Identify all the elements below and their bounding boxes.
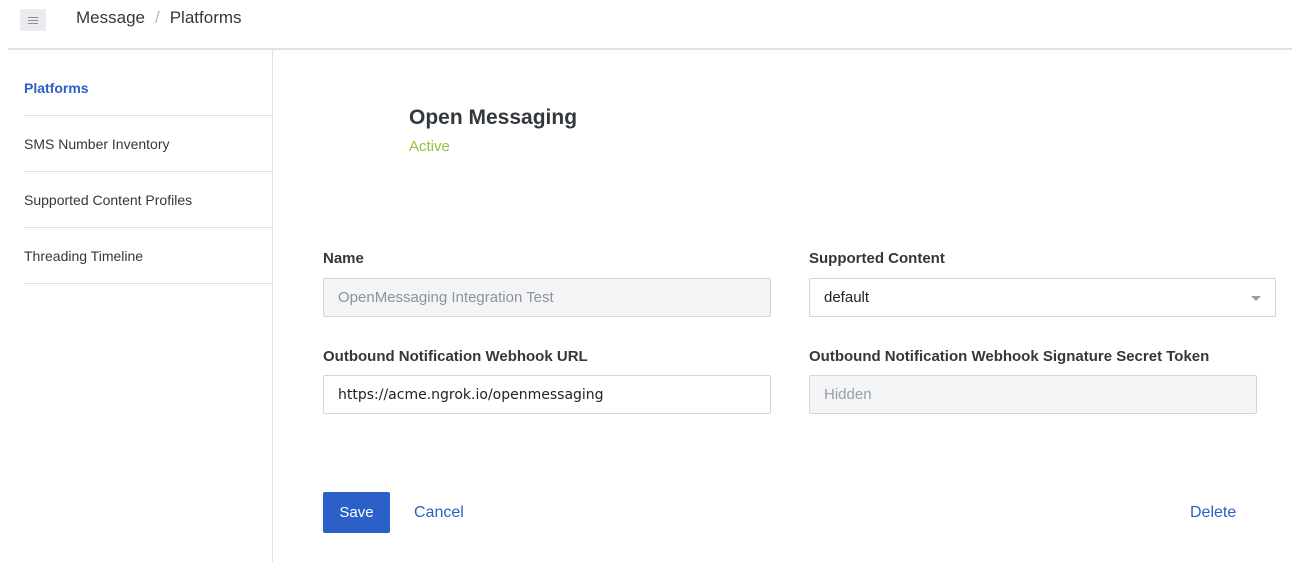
- sidebar-item-supported-content-profiles[interactable]: Supported Content Profiles: [24, 172, 273, 228]
- top-bar: Message / Platforms: [0, 0, 1292, 48]
- secret-token-value: Hidden: [824, 386, 872, 403]
- sidebar-item-threading-timeline[interactable]: Threading Timeline: [24, 228, 273, 284]
- breadcrumb-separator: /: [154, 8, 160, 27]
- name-field[interactable]: OpenMessaging Integration Test: [323, 278, 771, 317]
- chevron-down-icon: [1251, 296, 1261, 301]
- sidebar-item-sms-number-inventory[interactable]: SMS Number Inventory: [24, 116, 273, 172]
- sidebar-item-label: SMS Number Inventory: [24, 135, 170, 152]
- supported-content-value: default: [824, 289, 870, 306]
- platform-title: Open Messaging: [409, 106, 578, 129]
- supported-content-select[interactable]: default: [809, 278, 1276, 317]
- secret-token-field[interactable]: Hidden: [809, 375, 1257, 414]
- save-button[interactable]: Save: [323, 492, 390, 533]
- main-content: Open Messaging Active Name OpenMessaging…: [274, 50, 1292, 562]
- hamburger-icon: [28, 16, 38, 24]
- breadcrumb-current: Platforms: [169, 8, 242, 27]
- breadcrumb: Message / Platforms: [76, 8, 242, 28]
- cancel-button[interactable]: Cancel: [414, 492, 464, 533]
- supported-content-label: Supported Content: [809, 250, 945, 267]
- webhook-url-label: Outbound Notification Webhook URL: [323, 348, 588, 365]
- sidebar-item-label: Threading Timeline: [24, 247, 144, 264]
- name-value: OpenMessaging Integration Test: [338, 289, 554, 306]
- sidebar-item-platforms[interactable]: Platforms: [24, 60, 273, 116]
- delete-button[interactable]: Delete: [1190, 492, 1236, 533]
- breadcrumb-root[interactable]: Message: [76, 8, 145, 28]
- webhook-url-value: https://acme.ngrok.io/openmessaging: [338, 386, 604, 403]
- secret-token-label: Outbound Notification Webhook Signature …: [809, 348, 1210, 365]
- menu-toggle-button[interactable]: [20, 9, 46, 31]
- sidebar-nav: Platforms SMS Number Inventory Supported…: [24, 60, 273, 284]
- sidebar-item-label: Supported Content Profiles: [24, 191, 193, 208]
- status-badge: Active: [409, 138, 450, 155]
- sidebar-item-label: Platforms: [24, 79, 89, 96]
- name-label: Name: [323, 250, 364, 267]
- sidebar: Platforms SMS Number Inventory Supported…: [0, 50, 273, 562]
- webhook-url-input[interactable]: https://acme.ngrok.io/openmessaging: [323, 375, 771, 414]
